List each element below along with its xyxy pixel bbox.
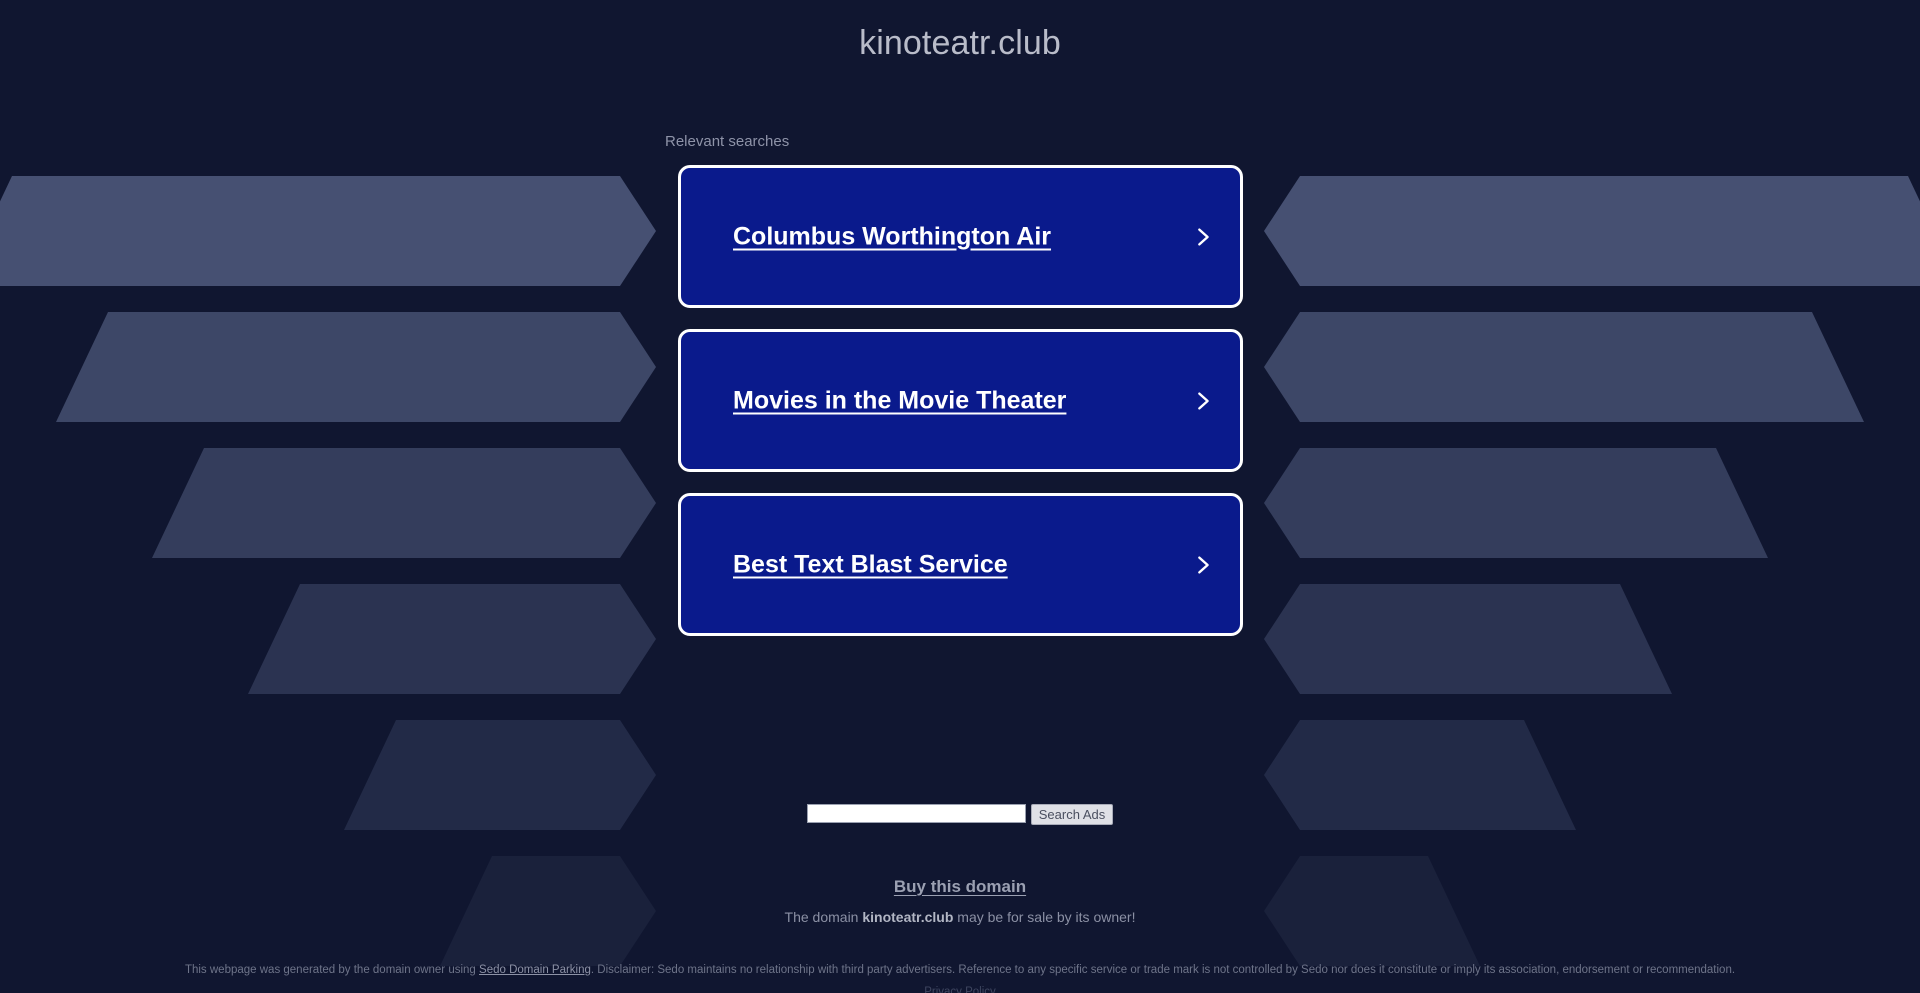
ad-card-title: Columbus Worthington Air bbox=[733, 222, 1052, 250]
footer-disclaimer: This webpage was generated by the domain… bbox=[0, 963, 1920, 977]
relevant-searches-label: Relevant searches bbox=[665, 133, 790, 150]
chevron-right-icon bbox=[1192, 390, 1214, 412]
footer-text-before: This webpage was generated by the domain… bbox=[184, 964, 480, 976]
ad-card-title: Movies in the Movie Theater bbox=[733, 386, 1067, 414]
footer-text-after: . Disclaimer: Sedo maintains no relation… bbox=[590, 964, 1736, 976]
privacy-policy-link[interactable]: Privacy Policy bbox=[0, 986, 1920, 993]
search-ads-form: Search Ads bbox=[0, 804, 1920, 825]
chevron-right-icon bbox=[1192, 226, 1214, 248]
ad-card-1[interactable]: Columbus Worthington Air bbox=[678, 165, 1243, 308]
for-sale-note-domain: kinoteatr.club bbox=[862, 909, 954, 925]
ad-card-title: Best Text Blast Service bbox=[733, 550, 1008, 578]
sedo-domain-parking-link[interactable]: Sedo Domain Parking bbox=[479, 964, 591, 976]
ad-card-3[interactable]: Best Text Blast Service bbox=[678, 493, 1243, 636]
page-title: kinoteatr.club bbox=[859, 24, 1061, 62]
for-sale-note: The domain kinoteatr.club may be for sal… bbox=[0, 909, 1920, 925]
chevron-right-icon bbox=[1192, 554, 1214, 576]
search-input[interactable] bbox=[806, 804, 1026, 823]
buy-this-domain-link[interactable]: Buy this domain bbox=[0, 877, 1920, 897]
for-sale-note-prefix: The domain bbox=[784, 909, 863, 925]
for-sale-note-suffix: may be for sale by its owner! bbox=[953, 909, 1136, 925]
ad-card-2[interactable]: Movies in the Movie Theater bbox=[678, 329, 1243, 472]
relevant-searches-list: Columbus Worthington Air Movies in the M… bbox=[678, 165, 1243, 657]
parked-domain-page: kinoteatr.club Relevant searches Columbu… bbox=[0, 0, 1920, 993]
search-ads-button[interactable]: Search Ads bbox=[1030, 804, 1114, 825]
